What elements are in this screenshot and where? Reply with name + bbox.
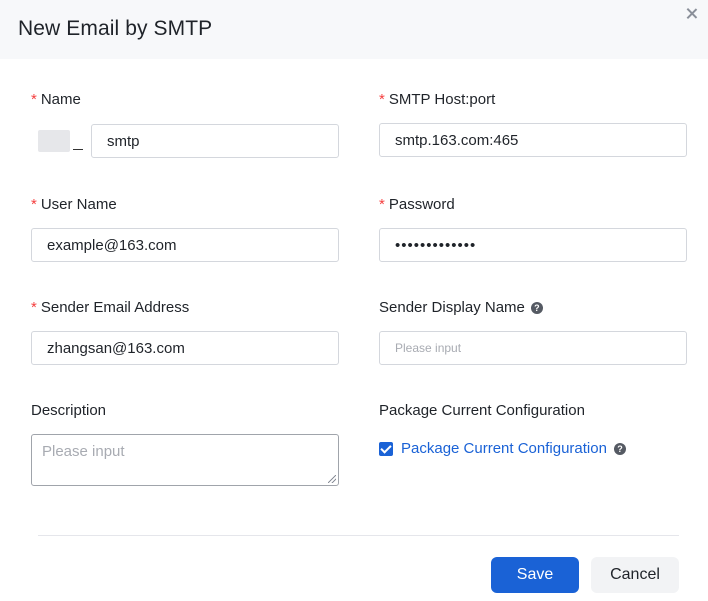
name-label: * Name <box>31 91 81 108</box>
sender-display-name-label: Sender Display Name ? <box>379 299 543 316</box>
save-button[interactable]: Save <box>491 557 579 593</box>
user-name-label-text: User Name <box>40 196 117 213</box>
sender-email-label: * Sender Email Address <box>31 299 189 316</box>
help-icon[interactable]: ? <box>530 301 543 314</box>
sender-display-name-label-text: Sender Display Name <box>379 299 525 316</box>
password-input[interactable]: ••••••••••••• <box>379 228 687 262</box>
required-mark: * <box>379 196 385 213</box>
sender-email-label-text: Sender Email Address <box>40 299 190 316</box>
dialog-header: New Email by SMTP <box>0 0 708 59</box>
description-label-text: Description <box>31 402 107 419</box>
name-prefix-separator <box>73 148 83 150</box>
smtp-host-label-text: SMTP Host:port <box>388 91 496 108</box>
smtp-host-input[interactable]: smtp.163.com:465 <box>379 123 687 157</box>
package-config-checkbox-label[interactable]: Package Current Configuration <box>401 440 607 457</box>
sender-display-name-input[interactable]: Please input <box>379 331 687 365</box>
user-name-input[interactable]: example@163.com <box>31 228 339 262</box>
name-prefix <box>31 124 83 158</box>
smtp-host-label: * SMTP Host:port <box>379 91 495 108</box>
required-mark: * <box>379 91 385 108</box>
package-config-label-text: Package Current Configuration <box>379 402 585 419</box>
help-icon[interactable]: ? <box>613 442 626 455</box>
name-input[interactable]: smtp <box>91 124 339 158</box>
package-config-label: Package Current Configuration <box>379 402 585 419</box>
password-label: * Password <box>379 196 455 213</box>
required-mark: * <box>31 299 37 316</box>
user-name-label: * User Name <box>31 196 117 213</box>
close-icon[interactable] <box>684 6 700 22</box>
package-config-checkbox-row[interactable]: Package Current Configuration ? <box>379 440 626 457</box>
password-label-text: Password <box>388 196 455 213</box>
description-label: Description <box>31 402 106 419</box>
required-mark: * <box>31 196 37 213</box>
cancel-button[interactable]: Cancel <box>591 557 679 593</box>
dialog-title: New Email by SMTP <box>18 17 213 40</box>
description-placeholder: Please input <box>42 443 125 460</box>
required-mark: * <box>31 91 37 108</box>
sender-email-input[interactable]: zhangsan@163.com <box>31 331 339 365</box>
resize-grip-icon[interactable] <box>328 475 336 483</box>
checkbox-checked-icon[interactable] <box>379 441 393 456</box>
footer-divider <box>38 535 679 536</box>
name-prefix-placeholder <box>38 130 70 152</box>
name-label-text: Name <box>40 91 81 108</box>
smtp-dialog: New Email by SMTP * Name smtp * SMTP Hos… <box>0 0 708 601</box>
description-textarea[interactable]: Please input <box>31 434 339 486</box>
